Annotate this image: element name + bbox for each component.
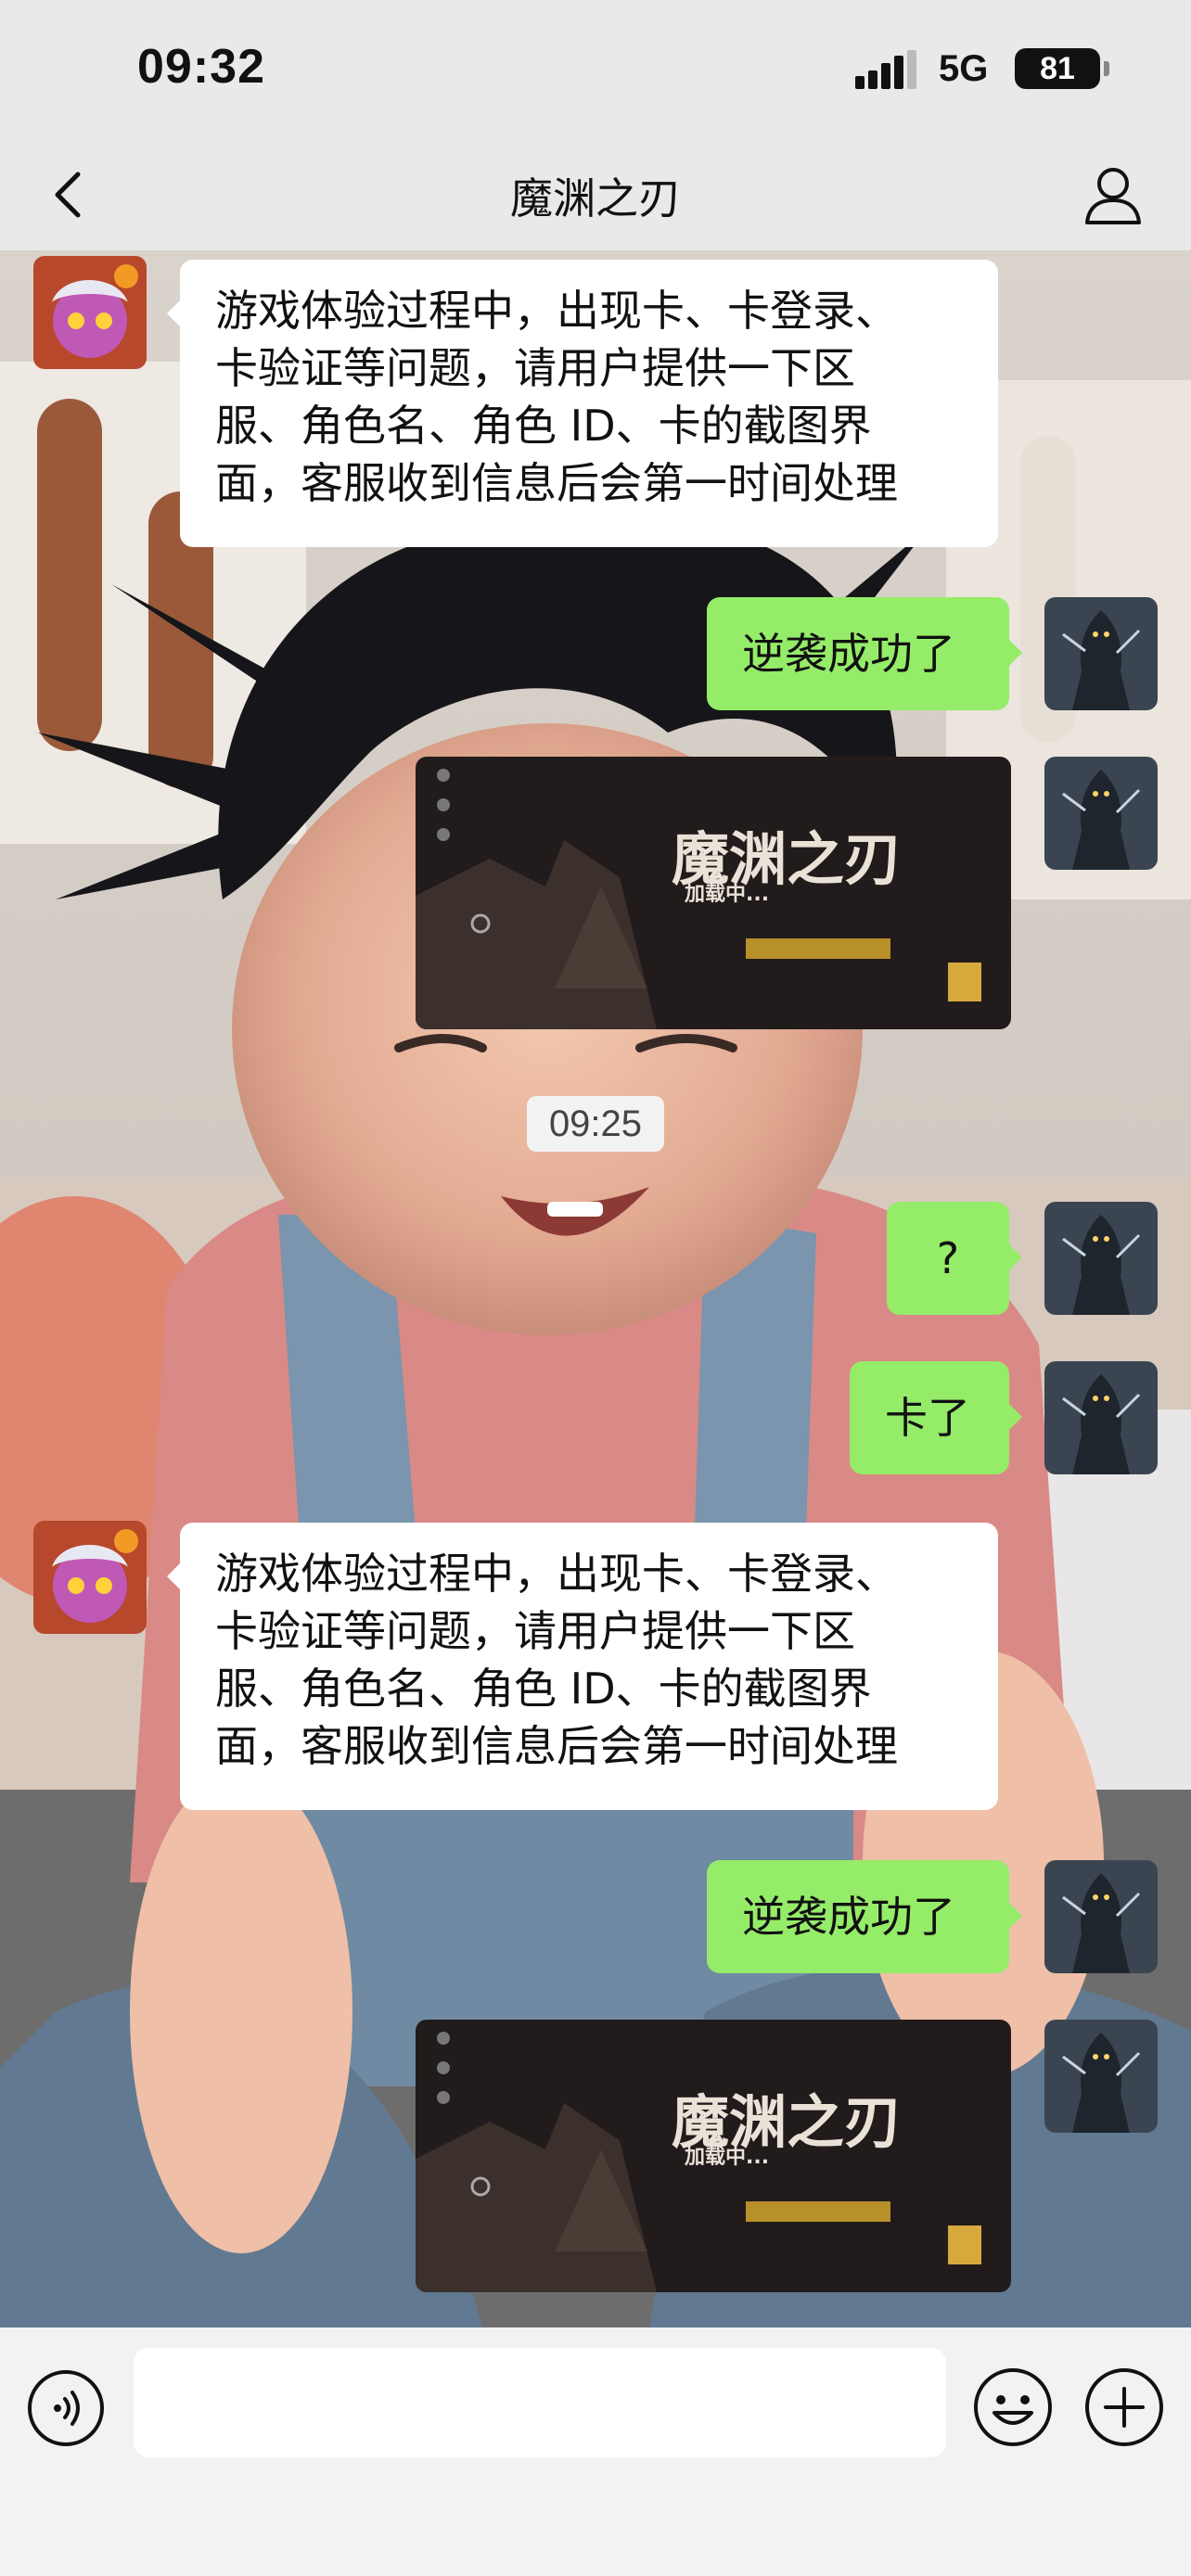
chat-background-photo <box>0 250 1191 2327</box>
game-logo-icon <box>33 256 147 369</box>
message-text: 逆袭成功了 <box>742 629 955 679</box>
chat-area[interactable]: 游戏体验过程中，出现卡、卡登录、 卡验证等问题，请用户提供一下区 服、角色名、角… <box>0 250 1191 2327</box>
profile-button[interactable] <box>1076 158 1150 232</box>
network-label: 5G <box>939 48 989 89</box>
my-avatar[interactable] <box>1044 1860 1158 1973</box>
dark-knight-avatar-icon <box>1044 597 1158 710</box>
message-bubble-incoming[interactable]: 游戏体验过程中，出现卡、卡登录、 卡验证等问题，请用户提供一下区 服、角色名、角… <box>167 1523 998 1810</box>
status-bar: 09:32 5G 81 <box>0 0 1191 139</box>
dark-knight-avatar-icon <box>1044 2020 1158 2133</box>
message-line: 游戏体验过程中，出现卡、卡登录、 <box>215 286 898 336</box>
page-title: 魔渊之刃 <box>510 173 681 223</box>
game-logo-icon <box>33 1521 147 1634</box>
message-bubble-outgoing[interactable]: 逆袭成功了 <box>707 1860 1022 1973</box>
image-message[interactable]: 魔渊之刃 加载中... <box>416 2020 1011 2292</box>
message-timestamp: 09:25 <box>527 1096 664 1152</box>
my-avatar[interactable] <box>1044 757 1158 870</box>
message-bubble-outgoing[interactable]: ? <box>887 1202 1022 1315</box>
dark-knight-avatar-icon <box>1044 1202 1158 1315</box>
message-text: ? <box>936 1233 960 1283</box>
message-bubble-incoming[interactable]: 游戏体验过程中，出现卡、卡登录、 卡验证等问题，请用户提供一下区 服、角色名、角… <box>167 260 998 547</box>
dark-knight-avatar-icon <box>1044 757 1158 870</box>
loading-text: 加载中... <box>685 883 770 906</box>
message-text: 逆袭成功了 <box>742 1892 955 1942</box>
my-avatar[interactable] <box>1044 597 1158 710</box>
dark-knight-avatar-icon <box>1044 1361 1158 1474</box>
dark-knight-avatar-icon <box>1044 1860 1158 1973</box>
message-line: 面，客服收到信息后会第一时间处理 <box>215 1721 898 1771</box>
signal-icon <box>855 50 916 89</box>
message-text: 卡了 <box>885 1393 970 1443</box>
service-avatar[interactable] <box>33 1521 147 1634</box>
status-time: 09:32 <box>137 40 265 94</box>
person-icon <box>1085 168 1141 224</box>
my-avatar[interactable] <box>1044 2020 1158 2133</box>
my-avatar[interactable] <box>1044 1361 1158 1474</box>
more-button[interactable] <box>1083 2366 1165 2448</box>
emoji-button[interactable] <box>972 2366 1054 2448</box>
service-avatar[interactable] <box>33 256 147 369</box>
input-bar <box>0 2327 1191 2576</box>
message-line: 服、角色名、角色 ID、卡的截图界 <box>215 401 872 451</box>
message-line: 游戏体验过程中，出现卡、卡登录、 <box>215 1549 898 1599</box>
message-line: 服、角色名、角色 ID、卡的截图界 <box>215 1664 872 1714</box>
plus-icon <box>1085 2368 1163 2446</box>
message-line: 卡验证等问题，请用户提供一下区 <box>215 1606 855 1656</box>
battery-indicator: 81 <box>1015 48 1109 89</box>
image-message[interactable]: 魔渊之刃 加载中... <box>416 757 1011 1029</box>
loading-text: 加载中... <box>685 2146 770 2169</box>
message-line: 面，客服收到信息后会第一时间处理 <box>215 458 898 508</box>
message-bubble-outgoing[interactable]: 逆袭成功了 <box>707 597 1022 710</box>
nav-bar: 魔渊之刃 <box>0 139 1191 250</box>
message-input[interactable] <box>134 2348 946 2457</box>
message-bubble-outgoing[interactable]: 卡了 <box>850 1361 1022 1474</box>
emoji-icon <box>974 2368 1052 2446</box>
message-line: 卡验证等问题，请用户提供一下区 <box>215 343 855 393</box>
my-avatar[interactable] <box>1044 1202 1158 1315</box>
voice-icon <box>28 2370 104 2446</box>
voice-button[interactable] <box>26 2368 106 2448</box>
